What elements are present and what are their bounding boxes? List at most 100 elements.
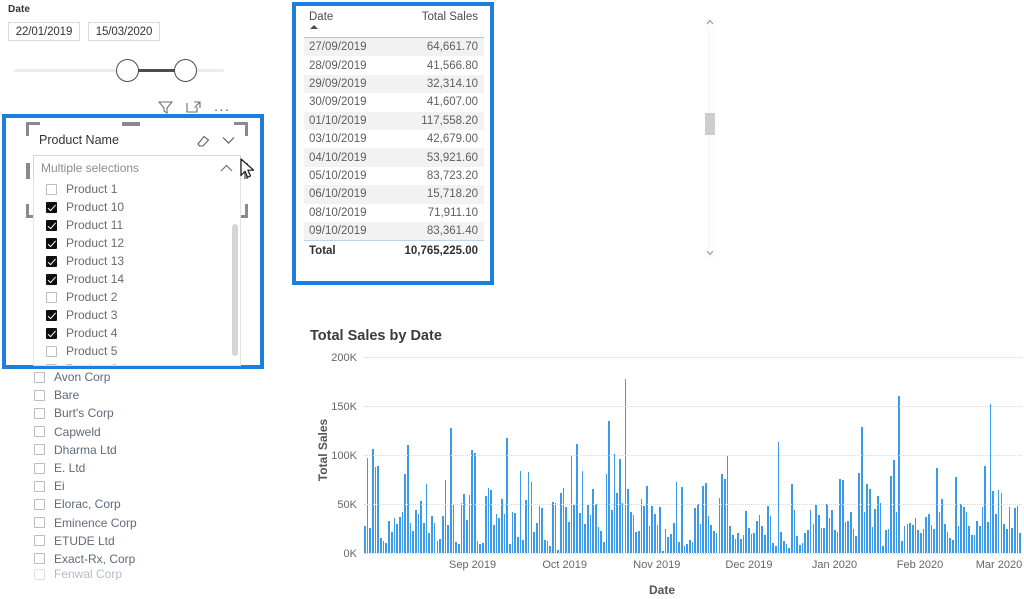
company-list-item[interactable]: Avon Corp [26, 368, 256, 386]
product-dropdown-list[interactable]: Product 1 Product 10 Product 11 Product 12 P… [33, 180, 241, 366]
chart-bar[interactable] [455, 542, 457, 553]
checkbox-unchecked-icon[interactable] [34, 426, 45, 438]
chart-bar[interactable] [825, 504, 828, 553]
chart-bar[interactable] [605, 473, 608, 553]
company-list-item[interactable]: Bare [26, 386, 256, 404]
chart-bar[interactable] [1005, 528, 1008, 553]
chart-bar[interactable] [382, 541, 385, 553]
chart-bar[interactable] [562, 488, 565, 553]
chart-bar[interactable] [965, 511, 968, 553]
chart-bar[interactable] [863, 511, 866, 553]
chart-bar[interactable] [646, 486, 648, 553]
chart-bar[interactable] [471, 450, 474, 553]
chart-bar[interactable] [565, 506, 568, 553]
chart-bar[interactable] [930, 524, 933, 553]
product-list-item[interactable]: Product 6 [34, 360, 240, 365]
product-list-item[interactable]: Product 11 [34, 216, 240, 234]
chart-bar[interactable] [584, 523, 586, 553]
chart-bar[interactable] [611, 509, 613, 553]
chart-bar[interactable] [707, 515, 710, 553]
chart-bar[interactable] [979, 525, 981, 553]
company-list-item[interactable]: Eminence Corp [26, 514, 256, 532]
chart-bar[interactable] [369, 527, 372, 553]
chart-bar[interactable] [855, 536, 858, 553]
chart-bar[interactable] [962, 506, 965, 553]
chart-bar[interactable] [879, 503, 882, 553]
chart-bar[interactable] [415, 509, 417, 553]
chart-bar[interactable] [718, 498, 721, 553]
chart-bar[interactable] [629, 511, 632, 553]
chart-bar[interactable] [828, 517, 831, 553]
chart-bar[interactable] [723, 478, 726, 553]
product-list-item[interactable]: Product 1 [34, 180, 240, 198]
chart-bar[interactable] [519, 470, 522, 553]
chart-bar[interactable] [380, 538, 382, 553]
chart-bar[interactable] [608, 420, 611, 553]
chart-bar[interactable] [396, 523, 398, 553]
chart-bar[interactable] [664, 528, 667, 553]
checkbox-checked-icon[interactable] [46, 201, 57, 213]
chart-bar[interactable] [509, 544, 511, 553]
eraser-icon[interactable] [196, 134, 210, 147]
table-row[interactable]: 03/10/2019 42,679.00 [304, 130, 484, 148]
chart-bar[interactable] [882, 546, 884, 553]
chart-bar[interactable] [946, 532, 949, 553]
chart-bar[interactable] [906, 523, 909, 553]
chart-bar[interactable] [659, 506, 662, 553]
checkbox-unchecked-icon[interactable] [34, 371, 45, 383]
chart-bar[interactable] [756, 520, 758, 553]
chart-bar[interactable] [713, 531, 715, 553]
company-list-item[interactable]: E. Ltd [26, 459, 256, 477]
chart-bar[interactable] [581, 470, 584, 553]
checkbox-unchecked-icon[interactable] [34, 535, 45, 547]
chart-bar[interactable] [522, 540, 525, 553]
chart-bar[interactable] [651, 505, 654, 553]
chart-bar[interactable] [909, 522, 911, 553]
chart-bar[interactable] [933, 529, 936, 553]
chart-bar[interactable] [1011, 527, 1013, 553]
chart-bar[interactable] [573, 504, 576, 553]
chart-bar[interactable] [831, 509, 833, 553]
chart-bar[interactable] [809, 509, 812, 553]
checkbox-unchecked-icon[interactable] [34, 462, 45, 474]
chart-bar[interactable] [417, 513, 420, 553]
chart-bar[interactable] [968, 525, 970, 553]
chart-bar[interactable] [398, 516, 401, 553]
chart-bar[interactable] [578, 512, 581, 553]
chart-bar[interactable] [487, 488, 490, 553]
chart-bar[interactable] [683, 546, 686, 553]
chart-bar[interactable] [490, 490, 492, 553]
resize-handle-tl-h[interactable] [26, 122, 40, 125]
chart-bar[interactable] [498, 517, 500, 553]
chart-bar[interactable] [793, 509, 796, 553]
chart-bar[interactable] [914, 517, 917, 553]
scrollbar-thumb[interactable] [705, 113, 715, 135]
chart-bar[interactable] [517, 537, 519, 553]
chart-bar[interactable] [385, 543, 388, 553]
company-list-item[interactable]: Dharma Ltd [26, 441, 256, 459]
resize-handle-top[interactable] [122, 122, 140, 126]
chart-bar[interactable] [852, 529, 855, 553]
chart-bar[interactable] [552, 502, 554, 553]
chart-bar[interactable] [866, 484, 868, 553]
chart-bar[interactable] [928, 513, 930, 553]
chart-bar[interactable] [936, 467, 938, 553]
chart-bar[interactable] [847, 520, 850, 553]
chart-bar[interactable] [538, 505, 541, 553]
chart-bar[interactable] [1000, 493, 1003, 553]
chart-bar[interactable] [871, 526, 874, 553]
chart-bar[interactable] [1019, 533, 1021, 553]
checkbox-unchecked-icon[interactable] [34, 480, 45, 492]
chart-bar[interactable] [731, 535, 734, 553]
table-row[interactable]: 29/09/2019 32,314.10 [304, 74, 484, 94]
page-vertical-scrollbar[interactable] [703, 16, 717, 259]
chart-bar[interactable] [995, 513, 997, 553]
chart-bar[interactable] [500, 499, 503, 553]
chart-bar[interactable] [957, 525, 960, 553]
chart-bar[interactable] [761, 525, 764, 553]
chart-bar[interactable] [686, 544, 688, 553]
chart-bar[interactable] [987, 521, 989, 553]
chart-bar[interactable] [801, 543, 804, 553]
chart-bar[interactable] [603, 542, 605, 553]
chart-bar[interactable] [970, 535, 973, 553]
